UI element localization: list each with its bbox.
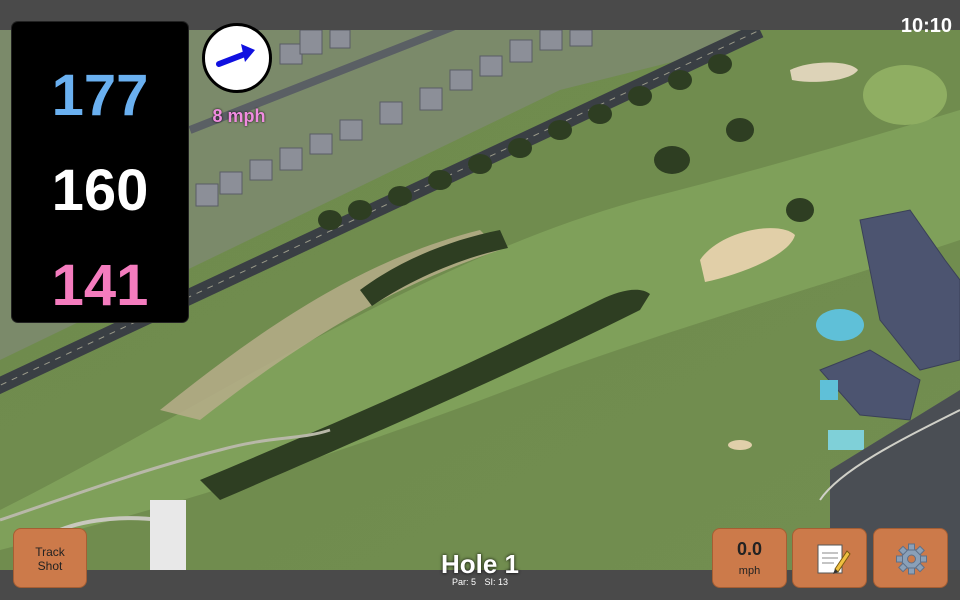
hole-title: Hole 1: [440, 549, 520, 579]
notepad-icon: [817, 544, 851, 574]
green: [863, 65, 947, 125]
hole-par: Par: 5: [451, 577, 476, 587]
wind-speed-button[interactable]: 0.0 mph: [712, 528, 787, 588]
hole-stroke-index: SI: 13: [484, 577, 509, 587]
distance-middle: 160: [51, 158, 149, 223]
pool: [816, 309, 864, 341]
wind-indicator: [202, 23, 272, 93]
distance-back: 177: [51, 63, 149, 128]
distance-front: 141: [51, 253, 149, 318]
wind-speed-label: 8 mph: [212, 106, 266, 126]
settings-button[interactable]: [873, 528, 948, 588]
clock: 10:10: [900, 15, 952, 37]
hole-info: Par: 5 SI: 13: [380, 577, 580, 587]
wind-speed-unit: mph: [738, 565, 761, 577]
gear-icon: [896, 543, 927, 575]
distance-panel: 177 160 141: [12, 22, 188, 322]
wind-arrow-icon: [216, 44, 255, 67]
notes-button[interactable]: [792, 528, 867, 588]
track-shot-button[interactable]: Track Shot: [13, 528, 87, 588]
wind-speed-value: 0.0: [736, 539, 763, 559]
